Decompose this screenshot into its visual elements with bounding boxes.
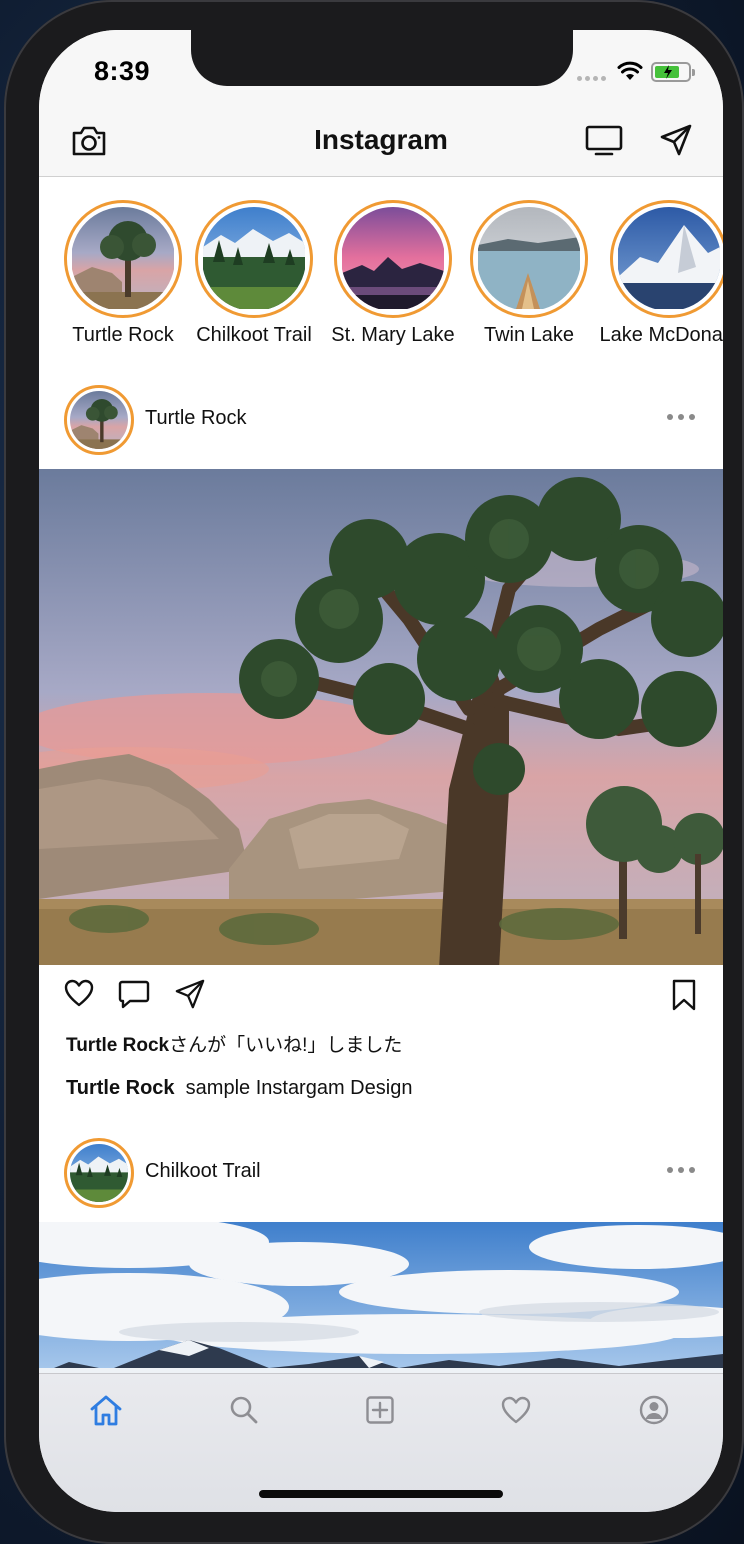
share-icon[interactable] (174, 978, 206, 1015)
heart-icon[interactable] (496, 1390, 536, 1430)
caption-text: sample Instargam Design (185, 1077, 413, 1099)
home-icon[interactable] (86, 1390, 126, 1430)
more-options-icon[interactable] (667, 414, 695, 420)
story-item[interactable]: Lake McDonald (599, 200, 723, 347)
avatar[interactable] (64, 1138, 134, 1208)
story-item[interactable]: Twin Lake (459, 200, 599, 347)
device-notch (191, 30, 573, 86)
post-username[interactable]: Chilkoot Trail (145, 1160, 261, 1183)
post-header: Chilkoot Trail (39, 1131, 723, 1217)
story-ring (195, 200, 313, 318)
app-screen: 8:39 Instagram Turtle Rock Chilkoot Trai… (39, 30, 723, 1512)
story-label: Lake McDonald (599, 324, 723, 346)
likes-username[interactable]: Turtle Rock (66, 1035, 169, 1056)
story-label: Turtle Rock (72, 324, 174, 346)
story-image (341, 207, 445, 311)
story-item[interactable]: Chilkoot Trail (184, 200, 324, 347)
story-image (477, 207, 581, 311)
story-image (202, 207, 306, 311)
story-label: Twin Lake (483, 324, 575, 346)
more-options-icon[interactable] (667, 1167, 695, 1173)
search-icon[interactable] (224, 1390, 264, 1430)
post-caption: Turtle Rock sample Instargam Design (66, 1077, 412, 1100)
bottom-tab-bar (39, 1373, 723, 1512)
tv-icon[interactable] (584, 124, 624, 163)
story-image (617, 207, 721, 311)
avatar-image (70, 391, 128, 449)
story-label: Chilkoot Trail (196, 324, 312, 346)
avatar-image (70, 1144, 128, 1202)
caption-username[interactable]: Turtle Rock (66, 1077, 175, 1099)
story-item[interactable]: St. Mary Lake (323, 200, 463, 347)
add-icon[interactable] (360, 1390, 400, 1430)
post-image[interactable] (39, 1222, 723, 1374)
avatar[interactable] (64, 385, 134, 455)
story-image (71, 207, 175, 311)
status-time: 8:39 (94, 56, 151, 86)
like-heart-icon[interactable] (63, 978, 95, 1013)
profile-icon[interactable] (634, 1390, 674, 1430)
cellular-signal-icon (577, 76, 606, 81)
battery-icon (651, 62, 695, 82)
wifi-icon (617, 61, 643, 86)
post-header: Turtle Rock (39, 378, 723, 464)
phone-frame: 8:39 Instagram Turtle Rock Chilkoot Trai… (4, 0, 744, 1544)
story-ring (334, 200, 452, 318)
story-ring (64, 200, 182, 318)
story-ring (470, 200, 588, 318)
likes-text: Turtle Rockさんが「いいね!」しました (66, 1030, 402, 1057)
home-indicator[interactable] (259, 1490, 503, 1498)
story-ring (610, 200, 723, 318)
post-image[interactable] (39, 469, 723, 965)
likes-message: さんが「いいね!」しました (169, 1035, 403, 1056)
bookmark-icon[interactable] (671, 978, 697, 1017)
post-username[interactable]: Turtle Rock (145, 407, 247, 430)
story-label: St. Mary Lake (331, 324, 455, 346)
post-actions (39, 966, 723, 1026)
story-item[interactable]: Turtle Rock (53, 200, 193, 347)
stories-carousel[interactable]: Turtle Rock Chilkoot Trail St. Mary Lake… (39, 178, 723, 358)
top-navigation-bar: Instagram (39, 110, 723, 177)
direct-message-icon[interactable] (659, 123, 693, 162)
comment-icon[interactable] (117, 978, 151, 1015)
